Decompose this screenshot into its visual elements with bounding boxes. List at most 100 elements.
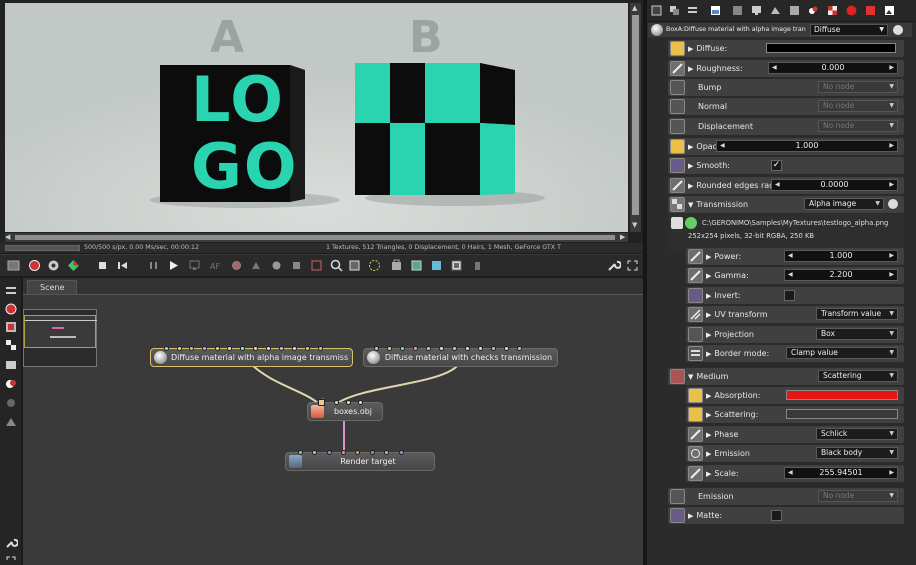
camera-node-icon[interactable] (4, 302, 18, 316)
pin[interactable] (253, 346, 258, 351)
float-icon[interactable] (688, 249, 703, 264)
rearrange-nodes-icon[interactable] (4, 284, 18, 298)
lock-viewport-icon[interactable] (389, 258, 404, 273)
decrement-icon[interactable]: ◀ (720, 141, 725, 151)
expand-icon[interactable]: ▶ (688, 65, 693, 73)
pin[interactable] (374, 346, 379, 351)
geometry-node-icon[interactable] (4, 415, 18, 429)
material-red-icon[interactable] (845, 4, 858, 17)
expand-icon[interactable]: ▶ (706, 272, 711, 280)
displacement-select[interactable]: No node ▼ (818, 120, 898, 132)
pin[interactable] (189, 346, 194, 351)
wrench-icon[interactable] (606, 258, 621, 273)
pin[interactable] (227, 346, 232, 351)
fullscreen-icon[interactable] (625, 258, 640, 273)
scattering-color-swatch[interactable] (786, 409, 898, 419)
node-material-checks[interactable]: Diffuse material with checks transmissio… (363, 346, 558, 367)
camera-recenter-icon[interactable] (46, 258, 61, 273)
layers-icon[interactable] (686, 4, 699, 17)
empty-slot-icon[interactable] (670, 119, 685, 134)
pin[interactable] (504, 346, 509, 351)
object-picker-icon[interactable] (289, 258, 304, 273)
absorption-color-swatch[interactable] (786, 390, 898, 400)
expand-icon[interactable]: ▶ (688, 143, 693, 151)
increment-icon[interactable]: ▶ (889, 141, 894, 151)
pin[interactable] (517, 346, 522, 351)
float-icon[interactable] (670, 178, 685, 193)
color-picker-icon[interactable] (66, 258, 81, 273)
scroll-right-icon[interactable]: ▶ (620, 233, 625, 242)
reload-icon[interactable] (685, 217, 697, 229)
expand-icon[interactable]: ▶ (688, 512, 693, 520)
decrement-icon[interactable]: ◀ (788, 270, 793, 280)
zoom-region-icon[interactable] (329, 258, 344, 273)
picture-icon[interactable] (883, 4, 896, 17)
clay-mode-icon[interactable] (409, 258, 424, 273)
phase-select[interactable]: Schlick ▼ (816, 428, 898, 440)
environment-node-icon[interactable] (4, 396, 18, 410)
copy-node-icon[interactable] (668, 4, 681, 17)
checker-slot-icon[interactable] (670, 197, 685, 212)
scroll-up-icon[interactable]: ▲ (632, 4, 637, 13)
float-icon[interactable] (670, 61, 685, 76)
expand-icon[interactable]: ▶ (706, 253, 711, 261)
camera-reset-icon[interactable] (27, 258, 42, 273)
pin[interactable] (478, 346, 483, 351)
scroll-left-icon[interactable]: ◀ (5, 233, 10, 242)
pin[interactable] (400, 346, 405, 351)
render-region-icon[interactable] (347, 258, 362, 273)
pin[interactable] (491, 346, 496, 351)
camera-target-icon[interactable] (309, 258, 324, 273)
node-graph-canvas[interactable]: Diffuse material with alpha image transm… (23, 294, 643, 565)
subsample-icon[interactable] (367, 258, 382, 273)
viewport-horizontal-scrollbar[interactable]: ◀ ▶ (5, 233, 628, 242)
viewport-vertical-scrollbar[interactable]: ▲ ▼ (630, 3, 641, 232)
pin[interactable] (312, 450, 317, 455)
display-icon[interactable] (750, 4, 763, 17)
expand-icon[interactable]: ▶ (706, 311, 711, 319)
phase-icon[interactable] (688, 427, 703, 442)
pin[interactable] (318, 346, 323, 351)
graph-wrench-icon[interactable] (4, 536, 18, 550)
eye-icon[interactable] (888, 199, 898, 209)
decrement-icon[interactable]: ◀ (775, 180, 780, 190)
restart-render-icon[interactable] (115, 258, 130, 273)
pin[interactable] (215, 346, 220, 351)
texture-folder-icon[interactable] (670, 139, 685, 154)
expand-icon[interactable]: ▶ (688, 182, 693, 190)
pin[interactable] (305, 346, 310, 351)
bool-icon[interactable] (688, 288, 703, 303)
pin-viewport-icon[interactable] (470, 258, 485, 273)
emitter-icon[interactable] (807, 4, 820, 17)
projection-select[interactable]: Box ▼ (816, 328, 898, 340)
increment-icon[interactable]: ▶ (889, 270, 894, 280)
load-file-icon[interactable] (671, 217, 683, 229)
pin[interactable] (334, 400, 339, 405)
pin[interactable] (266, 346, 271, 351)
bool-icon[interactable] (670, 508, 685, 523)
transmission-select[interactable]: Alpha image ▼ (804, 198, 884, 210)
material-type-select[interactable]: Diffuse ▼ (810, 24, 888, 36)
mesh-objects-icon[interactable] (731, 4, 744, 17)
focus-picker-icon[interactable] (229, 258, 244, 273)
region-render-icon[interactable] (187, 258, 202, 273)
eye-icon[interactable] (893, 25, 903, 35)
environment-icon[interactable] (864, 4, 877, 17)
normal-select[interactable]: No node ▼ (818, 100, 898, 112)
pin[interactable] (452, 346, 457, 351)
pin[interactable] (318, 399, 325, 406)
emission-icon[interactable] (688, 446, 703, 461)
medium-emission-select[interactable]: Black body ▼ (816, 447, 898, 459)
expand-icon[interactable]: ▶ (688, 162, 693, 170)
alpha-channel-icon[interactable]: AF (208, 258, 223, 273)
node-list-icon[interactable] (650, 4, 663, 17)
pin[interactable] (177, 346, 182, 351)
pin[interactable] (327, 450, 332, 455)
expand-icon[interactable]: ▶ (706, 331, 711, 339)
mesh-node-icon[interactable] (4, 358, 18, 372)
checker-texture-icon[interactable] (826, 4, 839, 17)
increment-icon[interactable]: ▶ (889, 63, 894, 73)
float-icon[interactable] (688, 268, 703, 283)
expand-icon[interactable]: ▶ (706, 431, 711, 439)
viewport-vertical-scroll-thumb[interactable] (632, 15, 639, 215)
